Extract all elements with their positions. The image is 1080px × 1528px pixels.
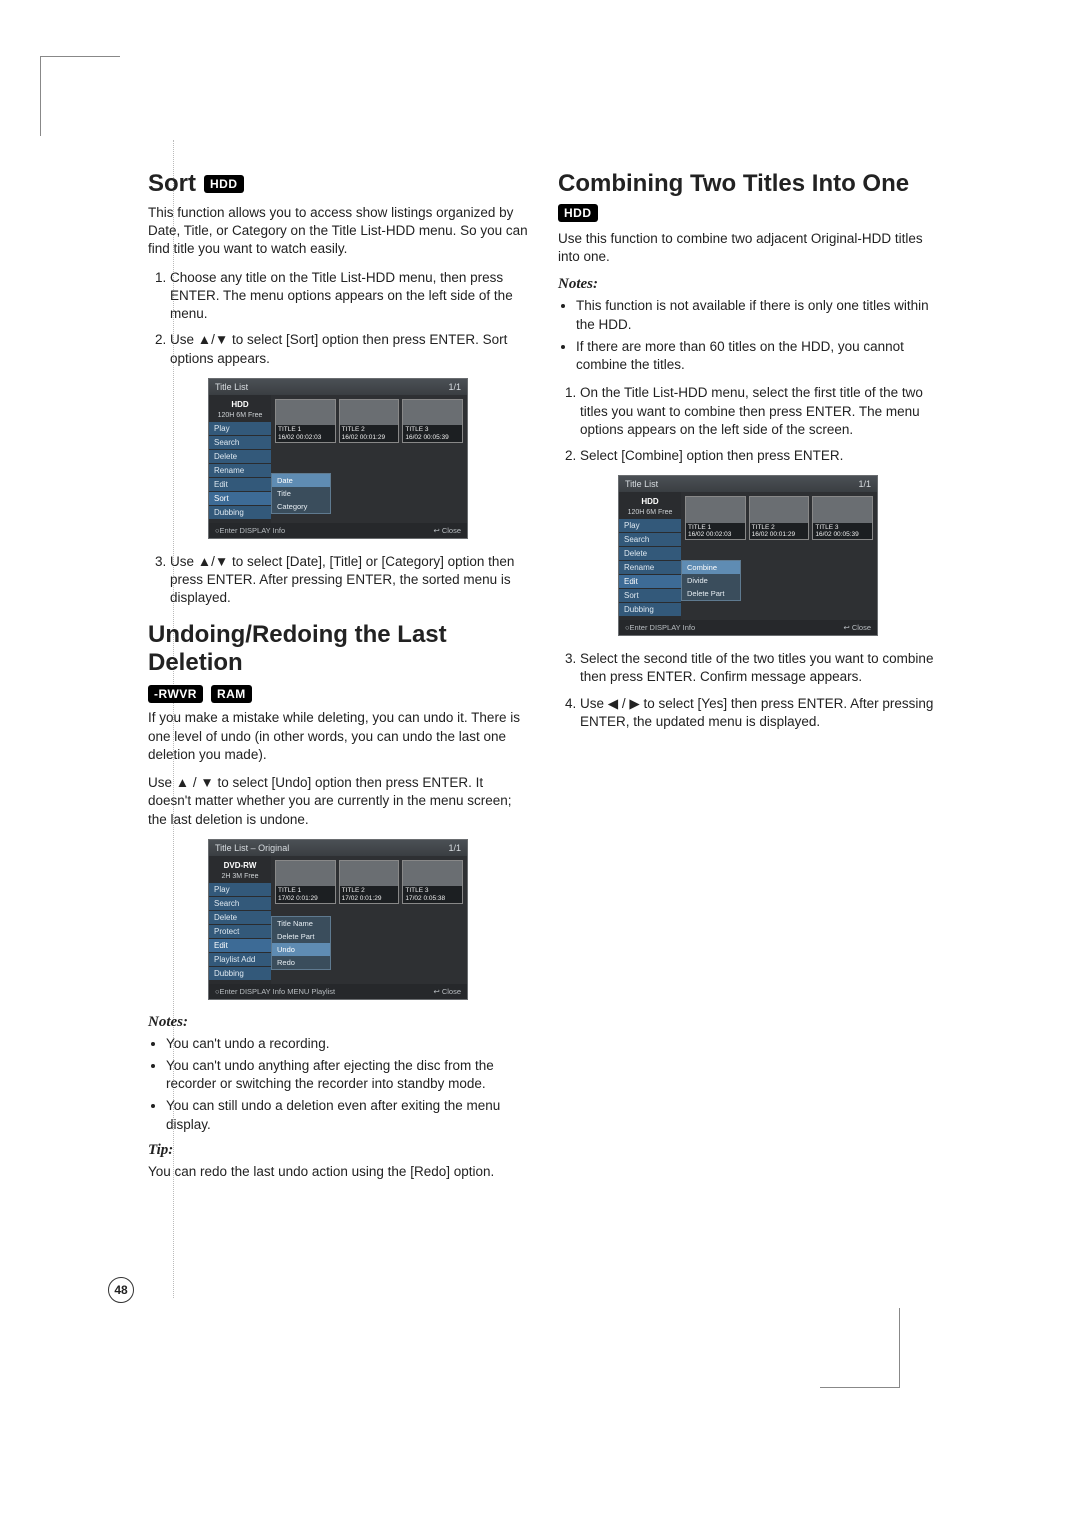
combine-notes: This function is not available if there … xyxy=(558,297,938,374)
osd-menu-rename: Rename xyxy=(209,464,271,478)
sort-osd: Title List 1/1 HDD 120H 6M Free Play Sea… xyxy=(208,378,468,539)
undo-para1: If you make a mistake while deleting, yo… xyxy=(148,709,528,764)
sort-steps: Choose any title on the Title List-HDD m… xyxy=(148,269,528,368)
sort-steps-cont: Use ▲/▼ to select [Date], [Title] or [Ca… xyxy=(148,553,528,608)
sort-intro: This function allows you to access show … xyxy=(148,204,528,259)
osd-footer-left: ○Enter DISPLAY Info xyxy=(215,526,285,535)
submenu-date: Date xyxy=(272,474,330,487)
undo-para2: Use ▲ / ▼ to select [Undo] option then p… xyxy=(148,774,528,829)
sort-step-1: Choose any title on the Title List-HDD m… xyxy=(170,269,528,324)
undo-heading: Undoing/Redoing the Last Deletion -RWVR … xyxy=(148,621,528,703)
hdd-badge-combine: HDD xyxy=(558,204,598,222)
sort-step-3: Use ▲/▼ to select [Date], [Title] or [Ca… xyxy=(170,553,528,608)
combine-osd: Title List 1/1 HDD 120H 6M Free Play Sea… xyxy=(618,475,878,636)
sort-step-2: Use ▲/▼ to select [Sort] option then pre… xyxy=(170,331,528,367)
page-content: Sort HDD This function allows you to acc… xyxy=(148,170,938,1191)
sort-heading: Sort HDD xyxy=(148,170,528,198)
osd-title: Title List xyxy=(215,382,248,392)
page-number: 48 xyxy=(108,1277,134,1303)
right-column: Combining Two Titles Into One HDD Use th… xyxy=(558,170,938,1191)
hdd-badge: HDD xyxy=(204,175,244,193)
left-column: Sort HDD This function allows you to acc… xyxy=(148,170,528,1191)
osd-menu-sort: Sort xyxy=(209,492,271,506)
submenu-category: Category xyxy=(272,500,330,513)
undo-heading-text: Undoing/Redoing the Last Deletion xyxy=(148,621,528,677)
ram-badge: RAM xyxy=(211,685,252,703)
tip-head: Tip: xyxy=(148,1142,528,1159)
combine-notes-head: Notes: xyxy=(558,276,938,293)
combine-steps-b: Select the second title of the two title… xyxy=(558,650,938,731)
combine-steps-a: On the Title List-HDD menu, select the f… xyxy=(558,384,938,465)
osd-menu-dubbing: Dubbing xyxy=(209,506,271,520)
crop-mark-tl xyxy=(40,56,120,136)
osd-free: 120H 6M Free xyxy=(209,411,271,422)
sort-heading-text: Sort xyxy=(148,170,196,198)
crop-mark-br xyxy=(820,1308,900,1388)
undo-osd: Title List – Original 1/1 DVD-RW 2H 3M F… xyxy=(208,839,468,1000)
osd-menu-delete: Delete xyxy=(209,450,271,464)
tip-text: You can redo the last undo action using … xyxy=(148,1163,528,1181)
osd-menu-play: Play xyxy=(209,422,271,436)
combine-heading: Combining Two Titles Into One xyxy=(558,170,938,198)
undo-notes-head: Notes: xyxy=(148,1014,528,1031)
rwvr-badge: -RWVR xyxy=(148,685,203,703)
osd-disc: HDD xyxy=(209,398,271,411)
combine-intro: Use this function to combine two adjacen… xyxy=(558,230,938,266)
osd-page: 1/1 xyxy=(448,382,461,392)
undo-notes: You can't undo a recording. You can't un… xyxy=(148,1035,528,1134)
osd-footer-right: ↩ Close xyxy=(433,526,461,535)
osd-menu-search: Search xyxy=(209,436,271,450)
osd-menu-edit: Edit xyxy=(209,478,271,492)
combine-heading-text: Combining Two Titles Into One xyxy=(558,170,909,198)
submenu-title: Title xyxy=(272,487,330,500)
